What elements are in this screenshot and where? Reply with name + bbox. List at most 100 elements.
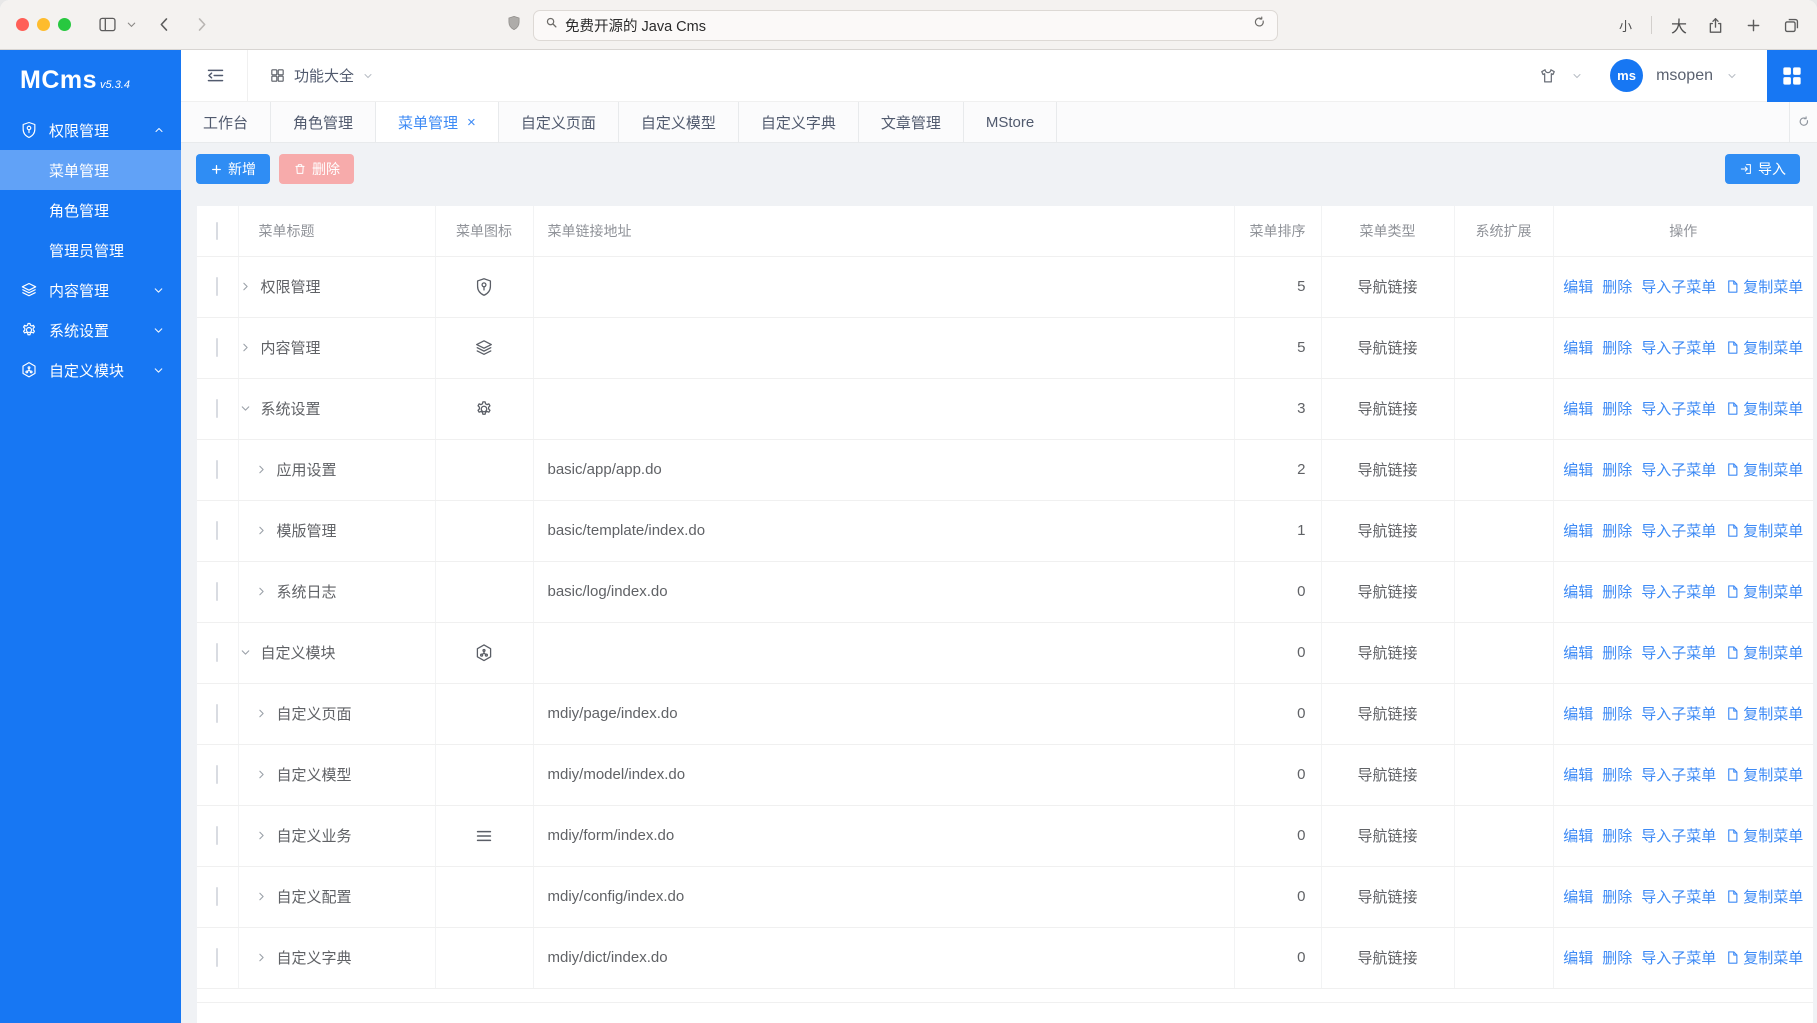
row-checkbox[interactable]: [216, 765, 218, 784]
edit-link[interactable]: 编辑: [1563, 520, 1593, 541]
username[interactable]: msopen: [1656, 67, 1713, 85]
tab-custom-model[interactable]: 自定义模型: [619, 102, 739, 142]
delete-link[interactable]: 删除: [1602, 398, 1632, 419]
delete-link[interactable]: 删除: [1602, 886, 1632, 907]
copy-menu-link[interactable]: 复制菜单: [1725, 398, 1803, 419]
forward-button[interactable]: [192, 15, 211, 34]
text-smaller-button[interactable]: 小: [1619, 16, 1632, 35]
chevron-right-icon[interactable]: [255, 707, 268, 720]
chevron-right-icon[interactable]: [255, 524, 268, 537]
chevron-right-icon[interactable]: [239, 280, 252, 293]
chevron-down-icon[interactable]: [239, 646, 252, 659]
import-submenu-link[interactable]: 导入子菜单: [1641, 337, 1716, 358]
tab-overview-icon[interactable]: [1782, 16, 1801, 35]
delete-link[interactable]: 删除: [1602, 947, 1632, 968]
chevron-right-icon[interactable]: [239, 341, 252, 354]
address-bar[interactable]: 免费开源的 Java Cms: [533, 10, 1278, 41]
copy-menu-link[interactable]: 复制菜单: [1725, 825, 1803, 846]
edit-link[interactable]: 编辑: [1563, 276, 1593, 297]
tab-mstore[interactable]: MStore: [964, 102, 1057, 142]
row-checkbox[interactable]: [216, 338, 218, 357]
delete-link[interactable]: 删除: [1602, 764, 1632, 785]
new-tab-icon[interactable]: [1744, 16, 1763, 35]
delete-link[interactable]: 删除: [1602, 520, 1632, 541]
chevron-right-icon[interactable]: [255, 585, 268, 598]
row-checkbox[interactable]: [216, 704, 218, 723]
import-submenu-link[interactable]: 导入子菜单: [1641, 276, 1716, 297]
import-submenu-link[interactable]: 导入子菜单: [1641, 825, 1716, 846]
import-submenu-link[interactable]: 导入子菜单: [1641, 398, 1716, 419]
delete-link[interactable]: 删除: [1602, 581, 1632, 602]
apps-grid-button[interactable]: [1767, 50, 1817, 102]
edit-link[interactable]: 编辑: [1563, 642, 1593, 663]
collapse-sidebar-icon[interactable]: [205, 65, 226, 86]
sidebar-item-role-management[interactable]: 角色管理: [0, 190, 181, 230]
delete-link[interactable]: 删除: [1602, 825, 1632, 846]
sidebar-item-custom-modules[interactable]: 自定义模块: [0, 350, 181, 390]
edit-link[interactable]: 编辑: [1563, 581, 1593, 602]
close-window-button[interactable]: [16, 18, 29, 31]
row-checkbox[interactable]: [216, 399, 218, 418]
row-checkbox[interactable]: [216, 948, 218, 967]
reload-icon[interactable]: [1252, 15, 1267, 35]
delete-link[interactable]: 删除: [1602, 459, 1632, 480]
chevron-down-icon[interactable]: [239, 402, 252, 415]
copy-menu-link[interactable]: 复制菜单: [1725, 642, 1803, 663]
privacy-shield-icon[interactable]: [505, 13, 523, 38]
chevron-right-icon[interactable]: [255, 829, 268, 842]
tab-article-management[interactable]: 文章管理: [859, 102, 964, 142]
import-submenu-link[interactable]: 导入子菜单: [1641, 581, 1716, 602]
text-larger-button[interactable]: 大: [1671, 13, 1687, 37]
edit-link[interactable]: 编辑: [1563, 337, 1593, 358]
tab-workbench[interactable]: 工作台: [181, 102, 271, 142]
edit-link[interactable]: 编辑: [1563, 703, 1593, 724]
delete-link[interactable]: 删除: [1602, 337, 1632, 358]
edit-link[interactable]: 编辑: [1563, 886, 1593, 907]
edit-link[interactable]: 编辑: [1563, 764, 1593, 785]
chevron-down-icon[interactable]: [126, 19, 137, 30]
import-submenu-link[interactable]: 导入子菜单: [1641, 703, 1716, 724]
delete-button[interactable]: 删除: [279, 154, 354, 184]
chevron-down-icon[interactable]: [1571, 70, 1583, 82]
row-checkbox[interactable]: [216, 887, 218, 906]
import-submenu-link[interactable]: 导入子菜单: [1641, 764, 1716, 785]
back-button[interactable]: [155, 15, 174, 34]
copy-menu-link[interactable]: 复制菜单: [1725, 520, 1803, 541]
add-button[interactable]: 新增: [196, 154, 270, 184]
zoom-window-button[interactable]: [58, 18, 71, 31]
copy-menu-link[interactable]: 复制菜单: [1725, 764, 1803, 785]
chevron-right-icon[interactable]: [255, 768, 268, 781]
copy-menu-link[interactable]: 复制菜单: [1725, 581, 1803, 602]
edit-link[interactable]: 编辑: [1563, 398, 1593, 419]
avatar[interactable]: ms: [1610, 59, 1643, 92]
row-checkbox[interactable]: [216, 521, 218, 540]
sidebar-item-content-management[interactable]: 内容管理: [0, 270, 181, 310]
edit-link[interactable]: 编辑: [1563, 459, 1593, 480]
sidebar-toggle-icon[interactable]: [97, 14, 118, 35]
minimize-window-button[interactable]: [37, 18, 50, 31]
tab-role-management[interactable]: 角色管理: [271, 102, 376, 142]
import-submenu-link[interactable]: 导入子菜单: [1641, 642, 1716, 663]
copy-menu-link[interactable]: 复制菜单: [1725, 459, 1803, 480]
share-icon[interactable]: [1706, 16, 1725, 35]
copy-menu-link[interactable]: 复制菜单: [1725, 276, 1803, 297]
copy-menu-link[interactable]: 复制菜单: [1725, 703, 1803, 724]
edit-link[interactable]: 编辑: [1563, 947, 1593, 968]
row-checkbox[interactable]: [216, 460, 218, 479]
tab-menu-management[interactable]: 菜单管理×: [376, 102, 499, 142]
delete-link[interactable]: 删除: [1602, 703, 1632, 724]
tab-custom-page[interactable]: 自定义页面: [499, 102, 619, 142]
feature-menu-dropdown[interactable]: 功能大全: [269, 65, 374, 86]
chevron-right-icon[interactable]: [255, 890, 268, 903]
sidebar-item-permission-management[interactable]: 权限管理: [0, 110, 181, 150]
theme-icon[interactable]: [1538, 66, 1558, 86]
row-checkbox[interactable]: [216, 277, 218, 296]
select-all-checkbox[interactable]: [216, 222, 218, 240]
tab-custom-dict[interactable]: 自定义字典: [739, 102, 859, 142]
import-button[interactable]: 导入: [1725, 154, 1800, 184]
edit-link[interactable]: 编辑: [1563, 825, 1593, 846]
import-submenu-link[interactable]: 导入子菜单: [1641, 886, 1716, 907]
refresh-tab-icon[interactable]: [1789, 102, 1817, 142]
close-tab-icon[interactable]: ×: [467, 114, 476, 131]
import-submenu-link[interactable]: 导入子菜单: [1641, 520, 1716, 541]
